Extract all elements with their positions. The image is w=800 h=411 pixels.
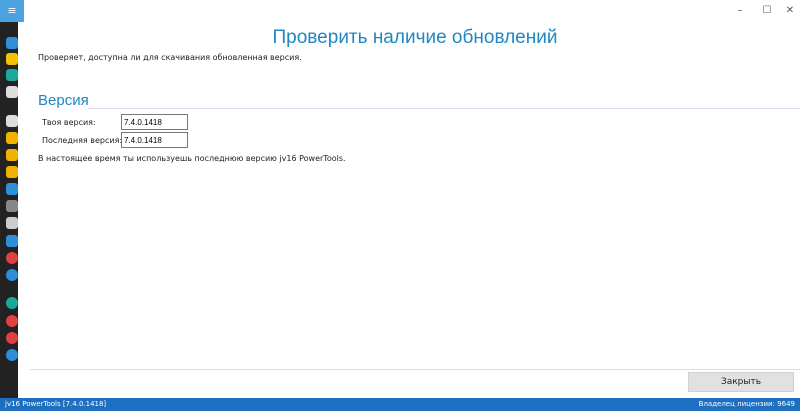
chart-icon[interactable] [6, 235, 18, 247]
section-heading: Версия [38, 92, 89, 109]
minimize-button[interactable]: – [728, 0, 752, 22]
main-panel: Проверить наличие обновлений Проверяет, … [30, 22, 800, 398]
app-version: jv16 PowerTools [7.4.0.1418] [5, 400, 107, 408]
title-bar: ≡ – ☐ ✕ [0, 0, 800, 22]
lifebuoy-icon[interactable] [6, 332, 18, 344]
your-version-field[interactable] [121, 114, 188, 130]
merge-icon[interactable] [6, 183, 18, 195]
hamburger-icon[interactable]: ≡ [0, 0, 24, 22]
user-icon[interactable] [6, 297, 18, 309]
status-message: В настоящее время ты используешь последн… [38, 154, 346, 163]
license-owner: Владелец лицензии: 9649 [698, 400, 795, 408]
section-divider [88, 108, 800, 109]
close-button[interactable]: Закрыть [688, 372, 794, 392]
gear-icon[interactable] [6, 349, 18, 361]
home-icon[interactable] [6, 37, 18, 49]
check-icon[interactable] [6, 69, 18, 81]
latest-version-field[interactable] [121, 132, 188, 148]
zoom-plus-icon[interactable] [6, 115, 18, 127]
copy-icon[interactable] [6, 132, 18, 144]
latest-version-label: Последняя версия: [42, 136, 123, 145]
code-icon[interactable] [6, 166, 18, 178]
clock-icon[interactable] [6, 315, 18, 327]
your-version-label: Твоя версия: [42, 118, 96, 127]
remove-icon[interactable] [6, 252, 18, 264]
shredder-icon[interactable] [6, 217, 18, 229]
status-bar: jv16 PowerTools [7.4.0.1418] Владелец ли… [0, 398, 800, 411]
page-title: Проверить наличие обновлений [272, 27, 558, 48]
search-icon[interactable] [6, 86, 18, 98]
folder-icon[interactable] [6, 149, 18, 161]
trash-icon[interactable] [6, 200, 18, 212]
close-window-button[interactable]: ✕ [778, 0, 800, 22]
sidebar [0, 22, 24, 398]
lightning-icon[interactable] [6, 53, 18, 65]
globe-icon[interactable] [6, 269, 18, 281]
footer-divider [30, 369, 800, 370]
description: Проверяет, доступна ли для скачивания об… [38, 53, 302, 62]
maximize-button[interactable]: ☐ [755, 0, 779, 22]
